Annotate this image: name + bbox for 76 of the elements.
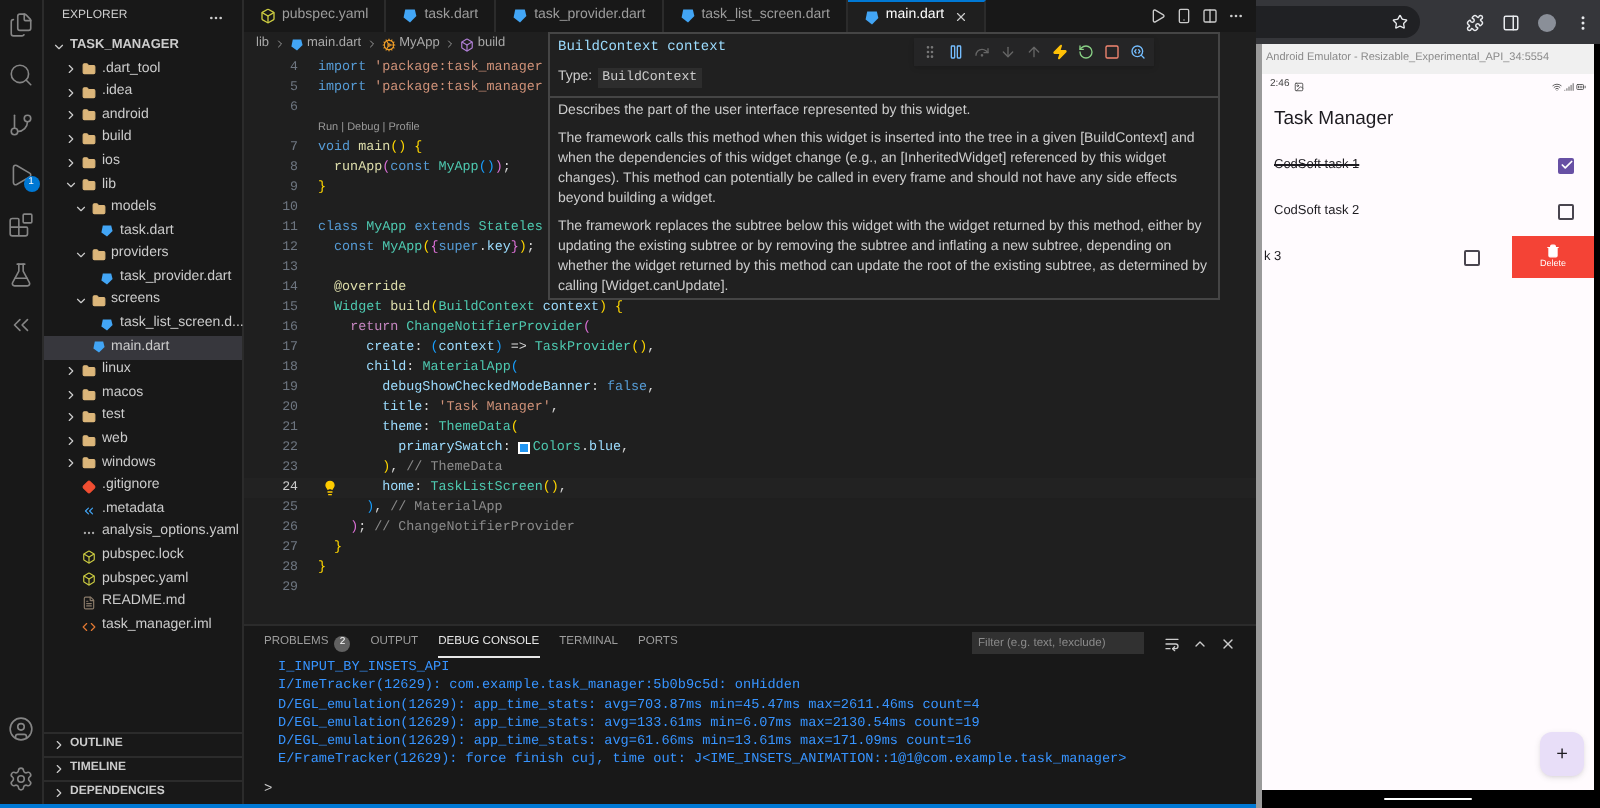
dart-file-icon: [512, 8, 529, 24]
color-swatch-icon: [518, 442, 531, 454]
settings-icon[interactable]: [8, 766, 34, 792]
folder-icon: [82, 456, 96, 471]
wifi-icon: [1552, 81, 1562, 91]
run-icon[interactable]: [1150, 8, 1166, 24]
restart-icon[interactable]: [1078, 44, 1094, 60]
checkbox[interactable]: [1464, 249, 1480, 265]
chevron-right-icon: [365, 38, 378, 50]
folder-icon: [91, 248, 105, 263]
method-icon: [459, 37, 474, 51]
dart-file-icon: [402, 8, 419, 24]
diamond-icon: [82, 479, 96, 494]
home-handle[interactable]: [1384, 797, 1472, 801]
folder-icon: [82, 62, 96, 77]
phone-icon[interactable]: [1176, 8, 1192, 24]
dart-file-icon: [863, 9, 880, 25]
class-icon: [381, 37, 396, 51]
play-icon[interactable]: [8, 162, 34, 188]
lightbulb-icon[interactable]: [322, 480, 338, 496]
code-icon: [82, 619, 96, 634]
add-button[interactable]: +: [1540, 732, 1584, 776]
folder-icon: [82, 433, 96, 448]
package-icon: [82, 572, 96, 587]
folder-icon: [82, 387, 96, 402]
folder-icon: [82, 410, 96, 425]
avatar[interactable]: [1538, 13, 1556, 31]
folder-icon: [82, 85, 96, 100]
branch-icon[interactable]: [8, 112, 34, 138]
chevron-right-icon: [273, 38, 286, 50]
document-icon: [82, 595, 96, 610]
chevron-down-icon: [73, 248, 87, 263]
folder-icon: [82, 178, 96, 193]
grip-icon[interactable]: [922, 44, 938, 60]
folder-icon: [82, 364, 96, 379]
lightning-icon[interactable]: [1052, 44, 1068, 60]
inspect-icon[interactable]: [1130, 44, 1146, 60]
dart-file-icon: [100, 224, 114, 239]
step-out-icon[interactable]: [1026, 44, 1042, 60]
close-icon[interactable]: [1220, 635, 1236, 651]
account-icon[interactable]: [8, 716, 34, 742]
notification-icon: [1293, 81, 1304, 91]
chevron-right-icon: [443, 38, 456, 50]
dart-file-icon: [679, 8, 696, 24]
folder-icon: [82, 155, 96, 170]
star-icon[interactable]: [1392, 14, 1408, 30]
extensions-icon[interactable]: [8, 212, 34, 238]
split-editor-icon[interactable]: [1202, 8, 1218, 24]
chevrons-icon: [82, 503, 96, 518]
chevron-down-icon: [52, 39, 66, 53]
folder-icon: [82, 132, 96, 147]
folder-icon: [91, 294, 105, 309]
app-title: Task Manager: [1274, 105, 1394, 134]
close-icon[interactable]: [954, 10, 969, 24]
chevron-down-icon: [73, 294, 87, 309]
folder-icon: [82, 108, 96, 123]
package-icon: [260, 8, 276, 24]
signal-icon: [1564, 81, 1574, 91]
folder-icon: [91, 201, 105, 216]
checkbox[interactable]: [1558, 157, 1574, 173]
dart-file-icon: [100, 271, 114, 286]
trash-icon: [1546, 243, 1560, 258]
checkbox[interactable]: [1558, 203, 1574, 219]
flask-icon[interactable]: [8, 262, 34, 288]
wrap-icon[interactable]: [1164, 635, 1180, 651]
puzzle-icon[interactable]: [1466, 13, 1484, 31]
dart-file-icon: [289, 37, 304, 51]
search-icon[interactable]: [8, 62, 34, 88]
stop-icon[interactable]: [1104, 44, 1120, 60]
battery-icon: [1576, 81, 1586, 91]
step-into-icon[interactable]: [1000, 44, 1016, 60]
pause-icon[interactable]: [948, 44, 964, 60]
files-icon[interactable]: [8, 12, 34, 38]
sidebar-icon[interactable]: [1502, 13, 1520, 31]
package-icon: [82, 549, 96, 564]
step-over-icon[interactable]: [974, 44, 990, 60]
